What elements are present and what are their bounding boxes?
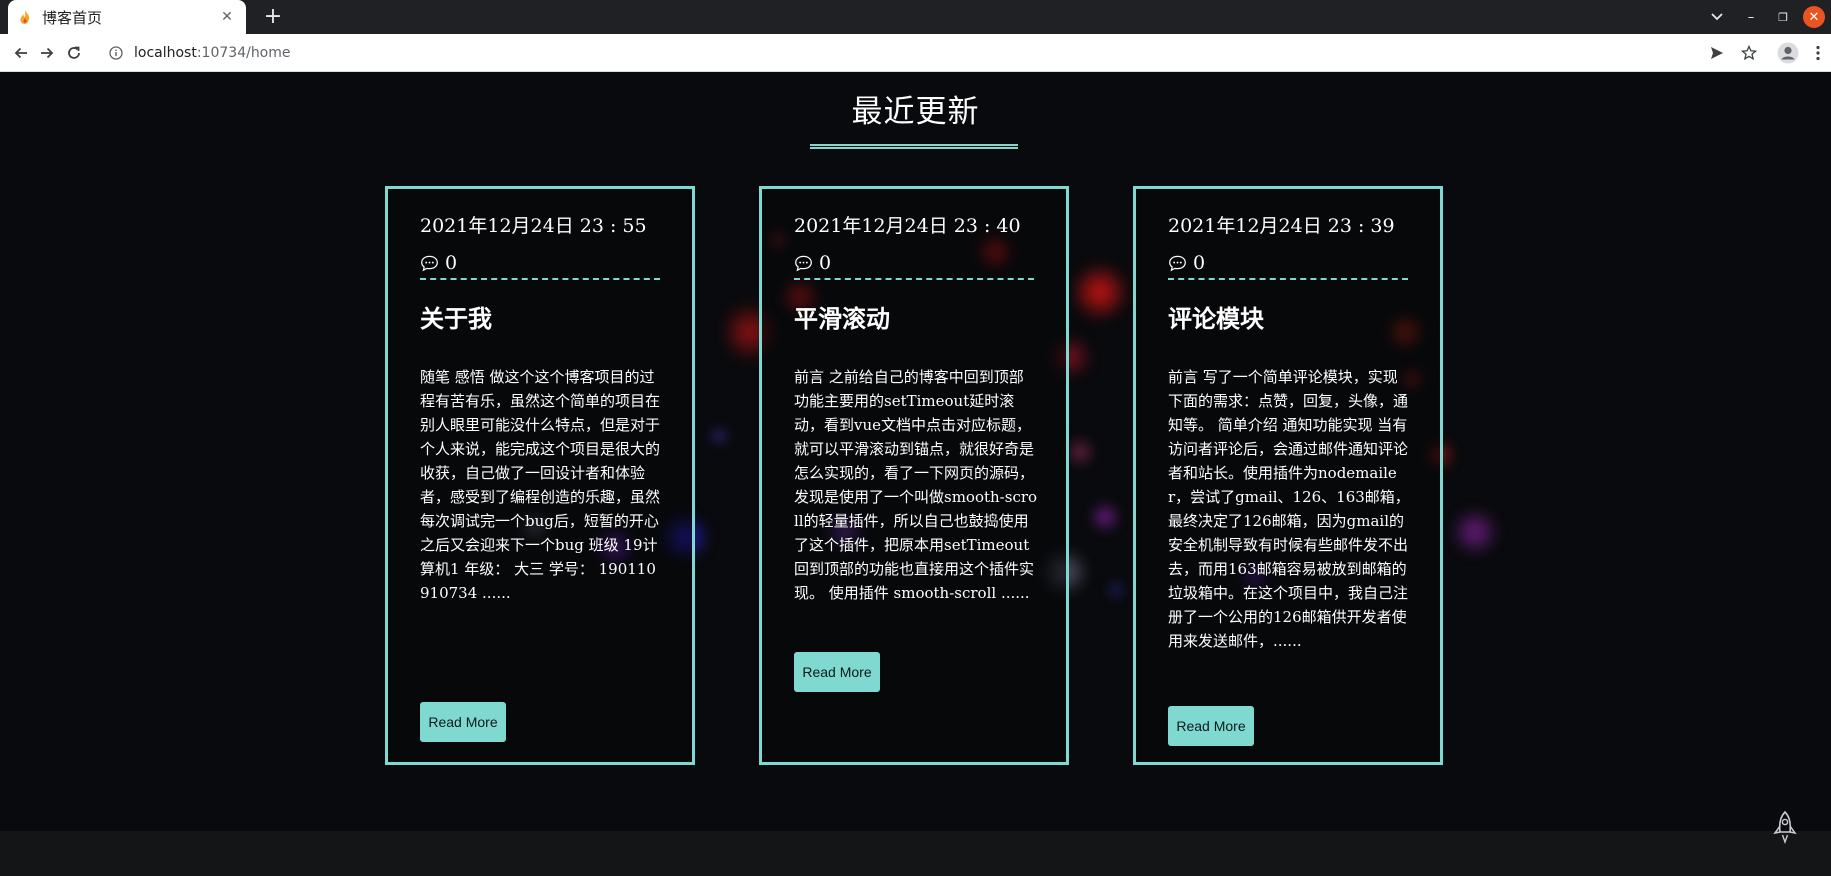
site-info-icon[interactable] <box>108 45 124 61</box>
tab-close-icon[interactable]: ✕ <box>218 9 236 25</box>
profile-avatar-icon[interactable] <box>1776 41 1800 65</box>
read-more-button[interactable]: Read More <box>420 702 506 742</box>
post-title[interactable]: 平滑滚动 <box>794 299 890 334</box>
section-title: 最近更新 <box>851 94 980 130</box>
post-excerpt: 前言 之前给自己的博客中回到顶部功能主要用的setTimeout延时滚动，看到v… <box>794 368 1038 602</box>
post-title[interactable]: 关于我 <box>420 299 492 334</box>
rocket-icon[interactable] <box>1769 810 1801 846</box>
tab-title: 博客首页 <box>42 8 103 27</box>
comment-info: 0 <box>794 252 1034 280</box>
restore-icon[interactable]: ❐ <box>1771 0 1795 34</box>
url-host: localhost <box>134 45 197 61</box>
comment-count: 0 <box>819 252 832 274</box>
glow-particle <box>1070 262 1130 322</box>
glow-particle <box>710 427 728 445</box>
glow-particle <box>1090 502 1120 532</box>
new-tab-button[interactable]: + <box>260 4 286 30</box>
post-excerpt: 随笔 感悟 做这个这个博客项目的过程有苦有乐，虽然这个简单的项目在别人眼里可能没… <box>420 368 661 602</box>
url-path: :10734/home <box>196 45 291 61</box>
reload-icon[interactable] <box>62 41 86 65</box>
comment-info: 0 <box>420 252 660 280</box>
comment-count: 0 <box>1193 252 1206 274</box>
glow-particle <box>1065 437 1095 467</box>
comment-info: 0 <box>1168 252 1408 280</box>
comment-bubble-icon <box>795 255 812 272</box>
comment-count: 0 <box>445 252 458 274</box>
browser-tab-bar: 博客首页 ✕ + – ❐ ✕ <box>0 0 1831 34</box>
title-underline <box>810 144 1018 149</box>
post-date: 2021年12月24日 23 : 55 <box>420 215 647 237</box>
page-footer <box>0 831 1831 876</box>
post-card: 2021年12月24日 23 : 40 0 平滑滚动 前言 之前给自己的博客中回… <box>759 186 1069 765</box>
comment-bubble-icon <box>1169 255 1186 272</box>
browser-tab[interactable]: 博客首页 ✕ <box>8 0 246 34</box>
post-date: 2021年12月24日 23 : 40 <box>794 215 1021 237</box>
glow-particle <box>1108 582 1124 598</box>
post-card: 2021年12月24日 23 : 55 0 关于我 随笔 感悟 做这个这个博客项… <box>385 186 695 765</box>
more-menu-icon[interactable] <box>1806 41 1830 65</box>
glow-particle <box>1450 507 1500 557</box>
tab-list-icon[interactable] <box>1703 0 1731 34</box>
window-close-icon[interactable]: ✕ <box>1803 6 1825 28</box>
browser-toolbar: localhost:10734/home <box>0 34 1831 72</box>
post-date: 2021年12月24日 23 : 39 <box>1168 215 1395 237</box>
flame-icon <box>18 10 32 24</box>
bookmark-star-icon[interactable] <box>1737 41 1761 65</box>
read-more-button[interactable]: Read More <box>1168 706 1254 746</box>
post-title[interactable]: 评论模块 <box>1168 299 1264 334</box>
send-icon[interactable] <box>1705 41 1729 65</box>
forward-icon[interactable] <box>35 41 59 65</box>
back-icon[interactable] <box>9 41 33 65</box>
post-card: 2021年12月24日 23 : 39 0 评论模块 前言 写了一个简单评论模块… <box>1133 186 1443 765</box>
page-content: 最近更新 2021年12月24日 23 : 55 0 关于我 随笔 感悟 做这个… <box>0 72 1831 831</box>
post-excerpt: 前言 写了一个简单评论模块，实现下面的需求：点赞，回复，头像，通知等。 简单介绍… <box>1168 368 1410 650</box>
url-text: localhost:10734/home <box>134 45 291 61</box>
comment-bubble-icon <box>421 255 438 272</box>
read-more-button[interactable]: Read More <box>794 652 880 692</box>
minimize-icon[interactable]: – <box>1739 0 1763 34</box>
address-bar[interactable]: localhost:10734/home <box>108 38 1678 68</box>
